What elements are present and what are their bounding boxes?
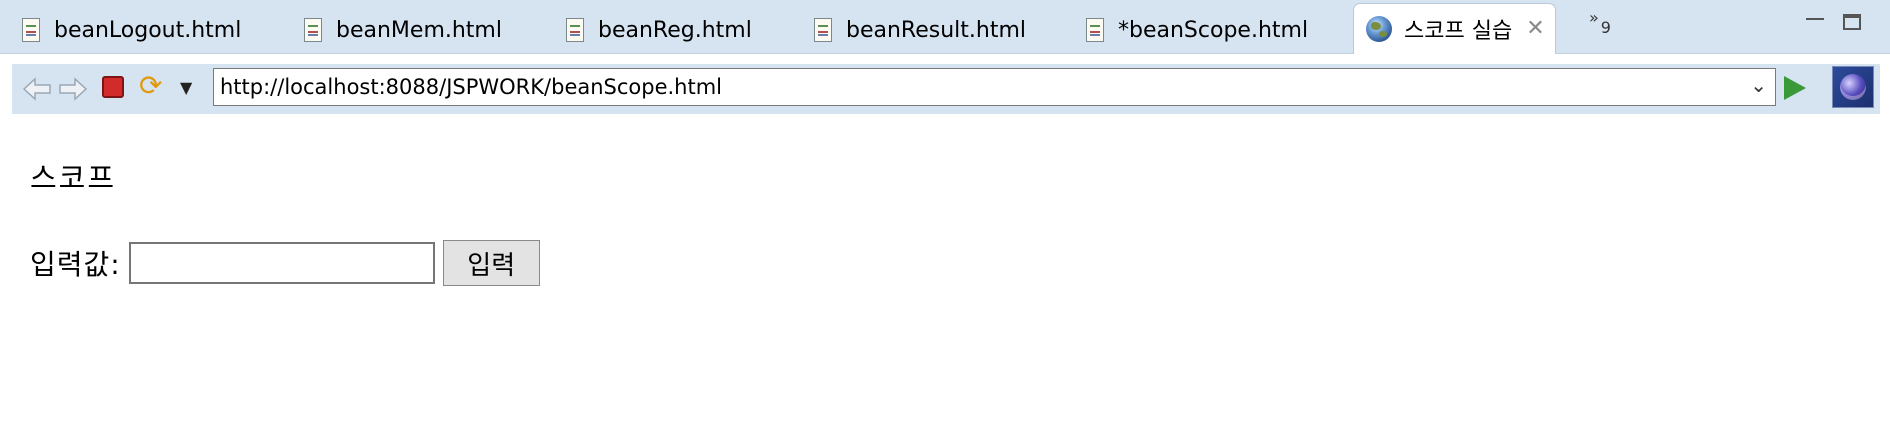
- html-file-icon: [566, 18, 584, 42]
- input-form: 입력값: 입력: [30, 240, 540, 286]
- stop-icon[interactable]: [102, 76, 124, 98]
- eclipse-icon[interactable]: [1832, 66, 1874, 108]
- tab-beanscope[interactable]: *beanScope.html: [1086, 12, 1308, 48]
- tab-overflow-button[interactable]: »9: [1589, 8, 1611, 37]
- go-icon[interactable]: [1784, 76, 1806, 100]
- tab-beanreg[interactable]: beanReg.html: [566, 12, 752, 48]
- tab-beanlogout[interactable]: beanLogout.html: [22, 12, 241, 48]
- browser-toolbar: ⟳ ▼ ⌄: [12, 64, 1880, 114]
- close-icon[interactable]: ✕: [1526, 18, 1544, 40]
- minimize-button[interactable]: [1806, 18, 1824, 20]
- browser-viewport: 스코프 입력값: 입력: [0, 115, 1890, 432]
- refresh-icon[interactable]: ⟳: [139, 72, 162, 100]
- maximize-button[interactable]: [1843, 14, 1861, 30]
- tab-label: beanMem.html: [336, 17, 502, 43]
- tab-label: beanResult.html: [846, 17, 1027, 43]
- back-arrow-icon[interactable]: [22, 77, 52, 101]
- chevron-double-icon: »: [1589, 8, 1599, 27]
- tab-label: *beanScope.html: [1118, 17, 1309, 43]
- url-history-chevron-icon[interactable]: ⌄: [1750, 73, 1767, 97]
- tab-beanmem[interactable]: beanMem.html: [304, 12, 502, 48]
- tab-label: 스코프 실습: [1404, 19, 1513, 44]
- html-file-icon: [22, 18, 40, 42]
- chevron-down-icon[interactable]: ▼: [180, 78, 192, 97]
- html-file-icon: [1086, 18, 1104, 42]
- url-input[interactable]: [220, 75, 1720, 99]
- page-heading: 스코프: [30, 161, 117, 195]
- value-input[interactable]: [128, 242, 435, 284]
- forward-arrow-icon[interactable]: [58, 77, 88, 101]
- overflow-count: 9: [1600, 18, 1611, 37]
- submit-button[interactable]: 입력: [442, 240, 540, 286]
- html-file-icon: [814, 18, 832, 42]
- tab-beanresult[interactable]: beanResult.html: [814, 12, 1026, 48]
- url-bar[interactable]: ⌄: [213, 68, 1776, 106]
- editor-tab-bar: beanLogout.html beanMem.html beanReg.htm…: [0, 0, 1890, 54]
- input-label: 입력값:: [30, 248, 121, 281]
- globe-icon: [1366, 16, 1392, 42]
- html-file-icon: [304, 18, 322, 42]
- tab-scope-practice[interactable]: 스코프 실습 ✕: [1353, 3, 1556, 54]
- tab-label: beanLogout.html: [54, 17, 242, 43]
- tab-label: beanReg.html: [598, 17, 752, 43]
